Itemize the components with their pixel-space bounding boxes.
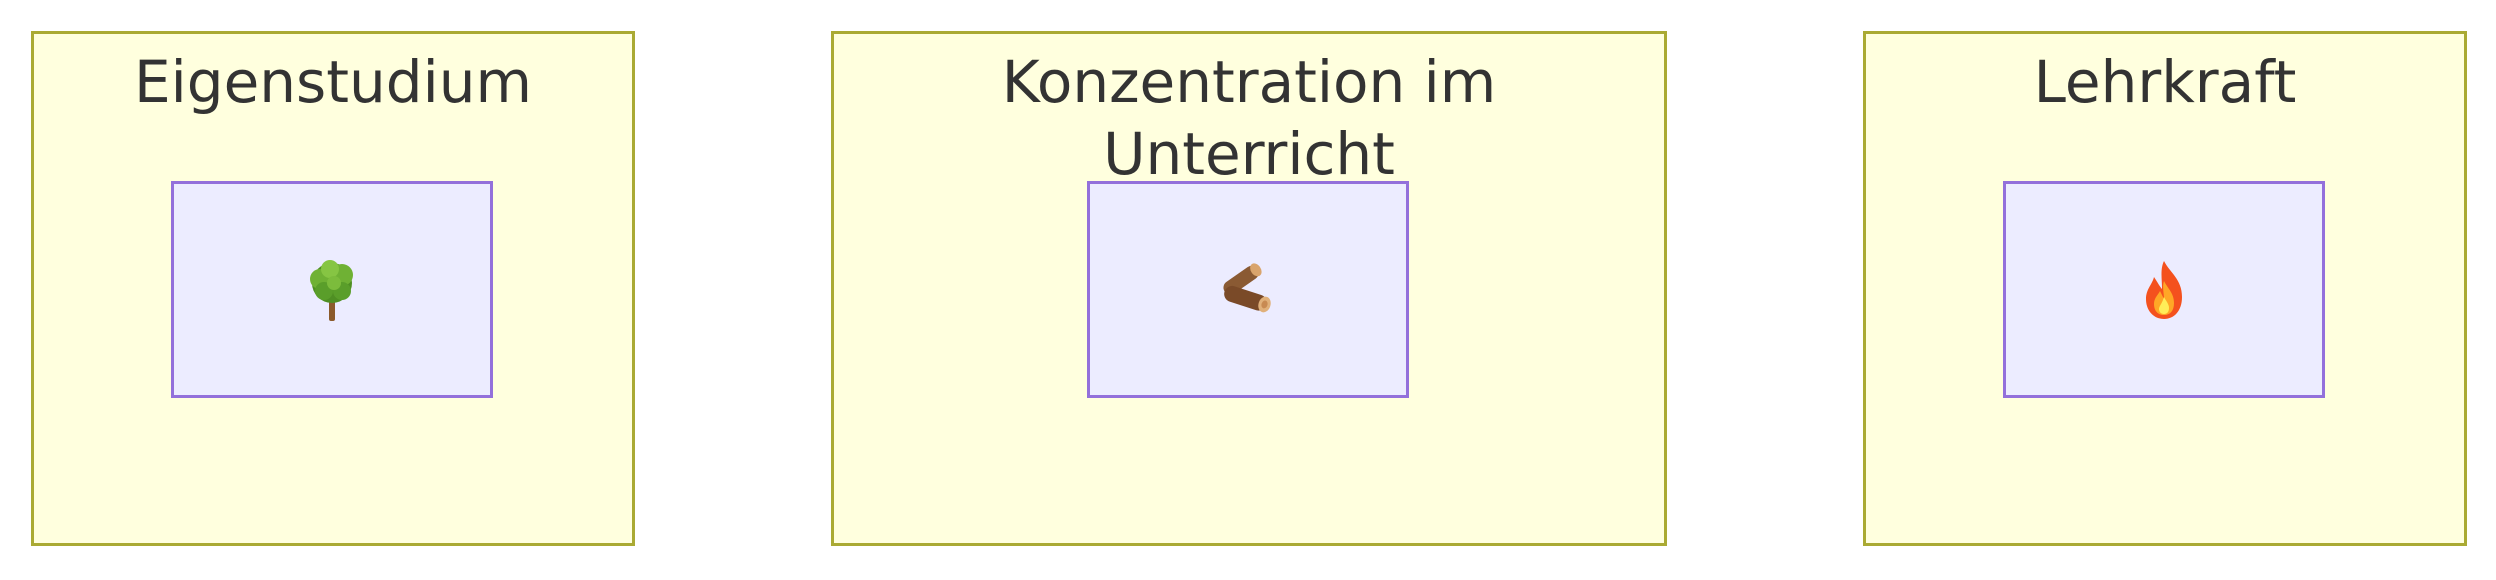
cluster-title: Konzentration im Unterricht (1001, 48, 1497, 188)
wood-logs-icon (1223, 262, 1271, 312)
diagram-canvas: Eigenstudium Konzentration im Unterricht… (0, 0, 2496, 580)
node-wood[interactable] (1087, 181, 1409, 398)
node-tree[interactable] (171, 181, 493, 398)
deciduous-tree-icon (310, 259, 353, 321)
cluster-title: Eigenstudium (134, 48, 532, 116)
fire-icon (2146, 260, 2182, 319)
cluster-title: Lehrkraft (2033, 48, 2297, 116)
node-fire[interactable] (2003, 181, 2325, 398)
